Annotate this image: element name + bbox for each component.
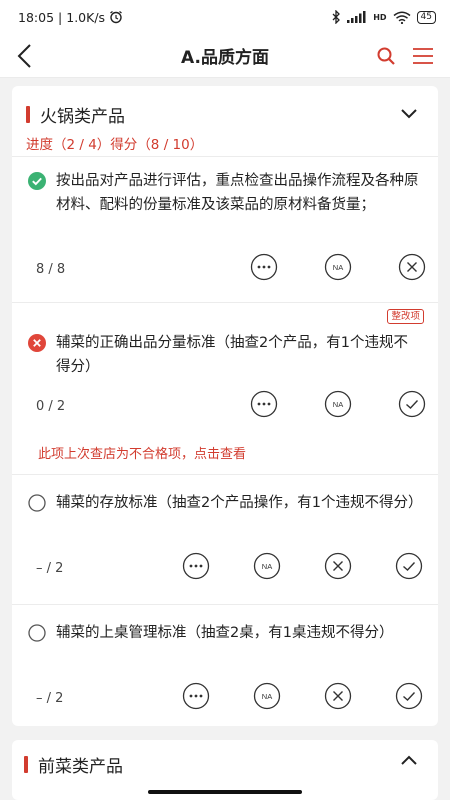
pass-icon[interactable]: [395, 682, 423, 710]
fail-icon[interactable]: [324, 682, 352, 710]
check-item-score: – / 2: [36, 561, 64, 576]
section-header[interactable]: 火锅类产品 进度（2 / 4）得分（8 / 10）: [12, 86, 438, 156]
check-item-score: 0 / 2: [36, 399, 66, 414]
section-title: 火锅类产品: [40, 107, 125, 127]
back-arrow-icon[interactable]: [14, 43, 38, 69]
home-indicator[interactable]: [148, 790, 302, 794]
check-item-text: 按出品对产品进行评估，重点检查出品操作流程及各种原材料、配料的份量标准及该菜品的…: [56, 173, 419, 213]
check-item: 按出品对产品进行评估，重点检查出品操作流程及各种原材料、配料的份量标准及该菜品的…: [12, 156, 438, 302]
status-net-speed: 1.0K/s: [66, 9, 106, 25]
rectification-badge: 整改项: [387, 309, 424, 324]
status-bar: 18:05 | 1.0K/s HD 45: [0, 0, 450, 34]
pass-icon[interactable]: [395, 552, 423, 580]
not-applicable-icon[interactable]: NA: [253, 682, 281, 710]
bluetooth-icon: [332, 10, 341, 24]
signal-icon: [347, 11, 366, 23]
wifi-icon: [393, 11, 411, 24]
check-item-score: 8 / 8: [36, 262, 66, 277]
status-time: 18:05: [18, 9, 55, 25]
check-item-text: 辅菜的正确出品分量标准（抽查2个产品，有1个违规不得分）: [56, 335, 408, 375]
svg-text:NA: NA: [262, 562, 272, 571]
more-options-icon[interactable]: [250, 390, 278, 418]
fail-icon[interactable]: [324, 552, 352, 580]
check-item-text: 辅菜的上桌管理标准（抽查2桌，有1桌违规不得分）: [56, 625, 394, 641]
pass-icon[interactable]: [398, 390, 426, 418]
more-options-icon[interactable]: [182, 682, 210, 710]
previous-fail-warning[interactable]: 此项上次查店为不合格项，点击查看: [38, 443, 246, 462]
section-accent-bar: [24, 756, 28, 773]
not-applicable-icon[interactable]: NA: [324, 390, 352, 418]
check-item-score: – / 2: [36, 691, 64, 706]
more-options-icon[interactable]: [250, 253, 278, 281]
chevron-up-icon[interactable]: [400, 754, 418, 766]
section-title: 前菜类产品: [38, 757, 123, 777]
check-item: 辅菜的上桌管理标准（抽查2桌，有1桌违规不得分） – / 2 NA: [12, 604, 438, 724]
section-accent-bar: [26, 106, 30, 123]
hd-badge: HD: [373, 12, 387, 22]
not-applicable-icon[interactable]: NA: [253, 552, 281, 580]
alarm-icon: [110, 10, 122, 24]
menu-icon[interactable]: [412, 46, 434, 66]
fail-icon[interactable]: [398, 253, 426, 281]
radio-unchecked-icon[interactable]: [28, 494, 46, 512]
check-failed-icon: [28, 334, 46, 352]
chevron-down-icon[interactable]: [400, 108, 418, 120]
svg-text:NA: NA: [333, 400, 343, 409]
check-passed-icon: [28, 172, 46, 190]
more-options-icon[interactable]: [182, 552, 210, 580]
section-hotpot: 火锅类产品 进度（2 / 4）得分（8 / 10） 按出品对产品进行评估，重点检…: [12, 86, 438, 726]
svg-text:NA: NA: [333, 263, 343, 272]
radio-unchecked-icon[interactable]: [28, 624, 46, 642]
section-progress: 进度（2 / 4）得分（8 / 10）: [26, 137, 204, 153]
not-applicable-icon[interactable]: NA: [324, 253, 352, 281]
check-item-text: 辅菜的存放标准（抽查2个产品操作，有1个违规不得分）: [56, 495, 423, 511]
check-item: 整改项 辅菜的正确出品分量标准（抽查2个产品，有1个违规不得分） 0 / 2 N…: [12, 302, 438, 474]
battery-indicator: 45: [416, 10, 436, 24]
check-item: 辅菜的存放标准（抽查2个产品操作，有1个违规不得分） – / 2 NA: [12, 474, 438, 604]
nav-bar: A.品质方面: [0, 34, 450, 78]
search-icon[interactable]: [376, 46, 396, 66]
svg-text:NA: NA: [262, 692, 272, 701]
